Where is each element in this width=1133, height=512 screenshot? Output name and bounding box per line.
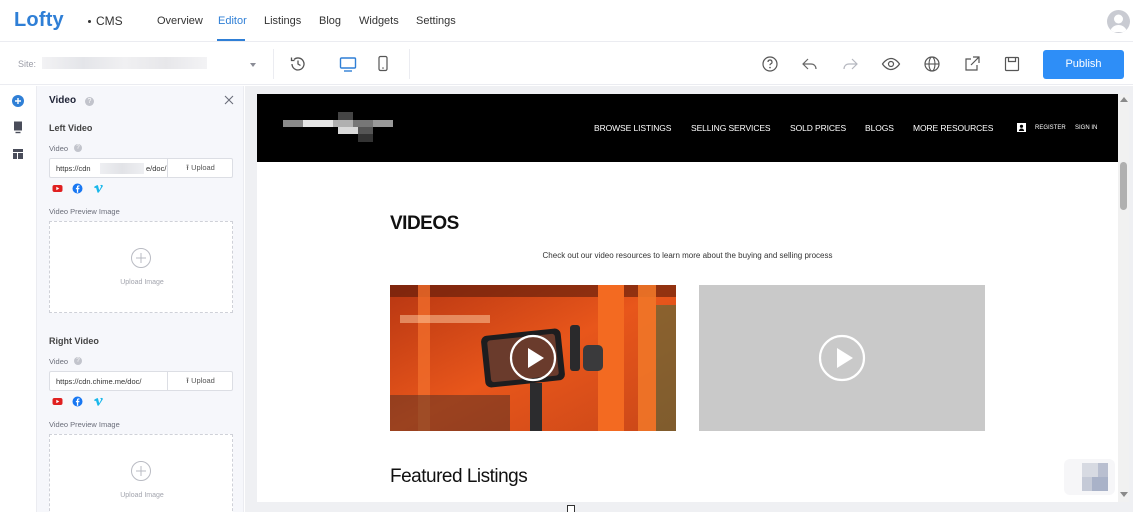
top-nav: Lofty CMS Overview Editor Listings Blog …: [0, 0, 1133, 42]
account-icon[interactable]: [1017, 123, 1026, 132]
site-nav-browse-listings[interactable]: BROWSE LISTINGS: [594, 123, 671, 133]
active-tab-indicator: [217, 39, 245, 41]
video-settings-panel: Video ? Left Video Video ? https://cdn e…: [37, 86, 244, 512]
play-icon[interactable]: [509, 334, 557, 382]
facebook-icon[interactable]: [72, 183, 83, 194]
right-video-player[interactable]: [699, 285, 985, 431]
tab-editor[interactable]: Editor: [218, 15, 247, 27]
divider: [409, 49, 410, 79]
site-header: BROWSE LISTINGS SELLING SERVICES SOLD PR…: [257, 94, 1118, 162]
scroll-down-arrow[interactable]: [1120, 492, 1128, 497]
site-nav-blogs[interactable]: BLOGS: [865, 123, 894, 133]
vimeo-icon[interactable]: [93, 396, 104, 407]
site-label: Site:: [18, 59, 37, 69]
right-preview-upload[interactable]: Upload Image: [49, 434, 233, 512]
share-icon[interactable]: [962, 54, 982, 74]
chevron-down-icon[interactable]: [250, 63, 256, 67]
right-video-url-input[interactable]: https://cdn.chime.me/doc/ ⭱ Upload: [49, 371, 233, 391]
youtube-icon[interactable]: [52, 183, 63, 194]
tab-widgets[interactable]: Widgets: [359, 15, 399, 27]
add-section-icon[interactable]: [8, 91, 28, 111]
divider: [273, 49, 274, 79]
module-name: CMS: [96, 14, 123, 28]
plus-icon: [130, 247, 152, 269]
globe-icon[interactable]: [922, 54, 942, 74]
module-label: CMS: [88, 14, 123, 28]
youtube-icon[interactable]: [52, 396, 63, 407]
info-icon[interactable]: ?: [74, 144, 82, 152]
undo-icon[interactable]: [800, 54, 820, 74]
site-nav-more-resources[interactable]: MORE RESOURCES: [913, 123, 993, 133]
videos-subtitle: Check out our video resources to learn m…: [542, 251, 833, 260]
play-icon[interactable]: [818, 334, 866, 382]
left-video-upload-button[interactable]: ⭱ Upload: [167, 159, 233, 177]
panel-title: Video: [49, 95, 77, 106]
site-select[interactable]: [42, 57, 207, 69]
left-video-url-end: e/doc/: [146, 164, 167, 173]
right-video-label: Video: [49, 357, 69, 366]
right-video-title: Right Video: [49, 336, 99, 346]
site-preview[interactable]: BROWSE LISTINGS SELLING SERVICES SOLD PR…: [257, 94, 1118, 502]
right-video-url: https://cdn.chime.me/doc/: [56, 377, 142, 386]
preview-scrollbar[interactable]: [1118, 94, 1129, 502]
mobile-icon[interactable]: [373, 54, 393, 74]
panel-header: Video ?: [37, 86, 243, 114]
featured-listings-heading: Featured Listings: [390, 466, 528, 487]
site-nav-sold-prices[interactable]: SOLD PRICES: [790, 123, 846, 133]
upload-icon: ⭱: [186, 163, 189, 172]
upload-icon: ⭱: [186, 376, 189, 385]
app-logo[interactable]: Lofty: [14, 9, 64, 32]
left-rail: [0, 86, 37, 512]
floating-widget[interactable]: [1064, 459, 1115, 495]
info-icon[interactable]: ?: [85, 97, 94, 106]
editor-toolbar: Site: Publish: [0, 43, 1133, 85]
tab-settings[interactable]: Settings: [416, 15, 456, 27]
avatar[interactable]: [1107, 10, 1130, 33]
widget-icon: [1082, 463, 1108, 491]
left-video-player[interactable]: [390, 285, 676, 431]
close-icon[interactable]: [223, 94, 235, 106]
save-icon[interactable]: [1002, 54, 1022, 74]
pages-icon[interactable]: [8, 117, 28, 137]
videos-heading: VIDEOS: [390, 213, 459, 234]
preview-icon[interactable]: [881, 54, 901, 74]
left-upload-image-label: Upload Image: [120, 279, 164, 286]
right-preview-label: Video Preview Image: [49, 420, 120, 429]
site-nav-selling-services[interactable]: SELLING SERVICES: [691, 123, 771, 133]
tab-overview[interactable]: Overview: [157, 15, 203, 27]
scroll-up-arrow[interactable]: [1120, 97, 1128, 102]
site-register-link[interactable]: REGISTER: [1035, 125, 1066, 131]
user-icon: [1110, 14, 1127, 32]
site-logo[interactable]: [283, 112, 395, 144]
right-video-upload-button[interactable]: ⭱ Upload: [167, 372, 233, 390]
tab-listings[interactable]: Listings: [264, 15, 301, 27]
redo-icon[interactable]: [840, 54, 860, 74]
layout-icon[interactable]: [8, 144, 28, 164]
redacted-text: [100, 163, 144, 174]
tab-blog[interactable]: Blog: [319, 15, 341, 27]
upload-label: Upload: [191, 376, 215, 385]
vimeo-icon[interactable]: [93, 183, 104, 194]
resize-handle[interactable]: [567, 505, 575, 512]
upload-label: Upload: [191, 163, 215, 172]
facebook-icon[interactable]: [72, 396, 83, 407]
desktop-icon[interactable]: [338, 54, 358, 74]
left-video-url-input[interactable]: https://cdn e/doc/ ⭱ Upload: [49, 158, 233, 178]
history-icon[interactable]: [288, 54, 308, 74]
info-icon[interactable]: ?: [74, 357, 82, 365]
right-upload-image-label: Upload Image: [120, 492, 164, 499]
scroll-thumb[interactable]: [1120, 162, 1127, 210]
left-video-title: Left Video: [49, 123, 93, 133]
publish-button[interactable]: Publish: [1043, 50, 1124, 79]
left-preview-label: Video Preview Image: [49, 207, 120, 216]
site-sign-in-link[interactable]: SIGN IN: [1075, 125, 1097, 131]
left-preview-upload[interactable]: Upload Image: [49, 221, 233, 313]
plus-icon: [130, 460, 152, 482]
help-icon[interactable]: [760, 54, 780, 74]
left-video-url-start: https://cdn: [56, 164, 91, 173]
left-video-label: Video: [49, 144, 69, 153]
